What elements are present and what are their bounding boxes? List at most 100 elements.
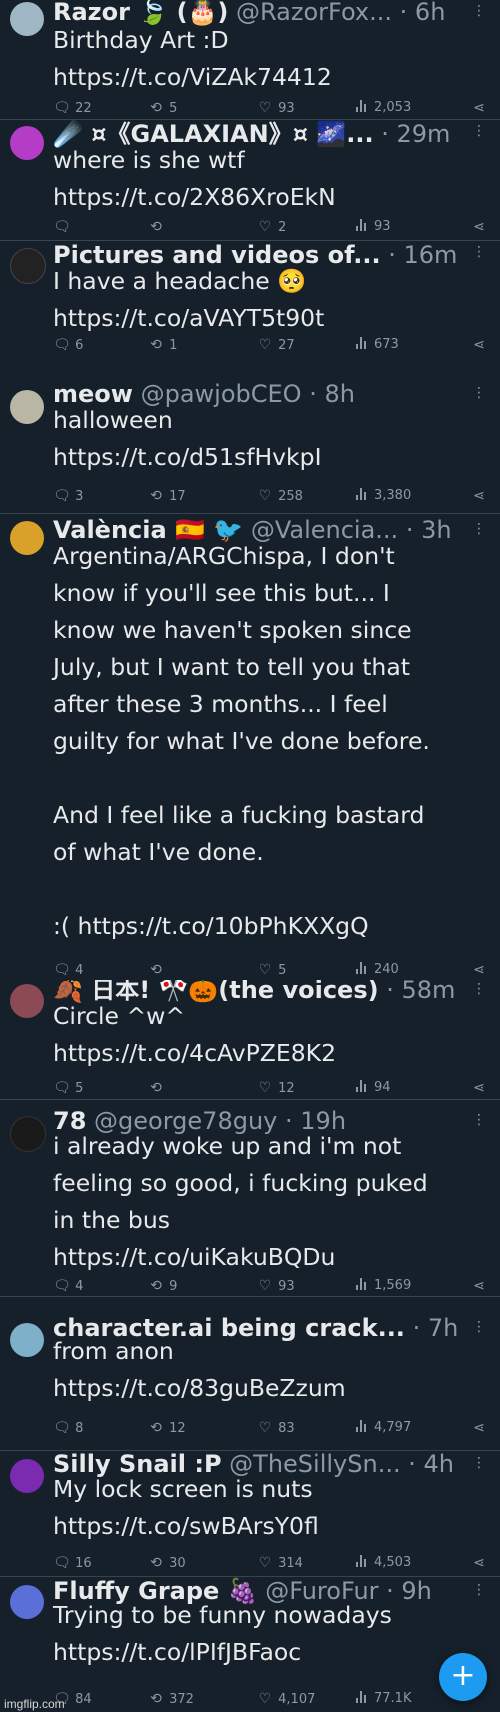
share-button[interactable]: ⋖ [470, 1418, 488, 1439]
reply-button[interactable]: 🗨 8 [53, 1418, 83, 1439]
tweet[interactable]: 🍂 日本! 🎌🎃(the voices) · 58m ⋮ Circle ^w^ … [0, 980, 500, 1100]
tweet[interactable]: Silly Snail :P @TheSillySn... · 4h ⋮ My … [0, 1451, 500, 1577]
views-button[interactable]: 240 [356, 960, 399, 980]
reply-button[interactable]: 🗨 5 [53, 1078, 83, 1099]
views-button[interactable]: 4,503 [356, 1553, 411, 1573]
retweet-button[interactable]: ⟲ [147, 1078, 165, 1099]
share-button[interactable]: ⋖ [470, 217, 488, 238]
reply-button[interactable]: 🗨 6 [53, 335, 83, 356]
tweet-text: Trying to be funny nowadays https://t.co… [53, 1601, 392, 1666]
plus-icon: + [450, 1658, 476, 1693]
retweet-count: 12 [169, 1421, 186, 1436]
action-bar: 🗨 16 ⟲ 30 ♡ 314 4,503 ⋖ [53, 1553, 488, 1573]
retweet-button[interactable]: ⟲ 5 [147, 98, 177, 119]
more-icon[interactable]: ⋮ [472, 124, 486, 138]
avatar[interactable] [10, 1116, 46, 1152]
action-bar: 🗨 84 ⟲ 372 ♡ 4,107 77.1K [53, 1689, 488, 1709]
share-button[interactable]: ⋖ [470, 960, 488, 980]
more-icon[interactable]: ⋮ [472, 1456, 486, 1470]
retweet-button[interactable]: ⟲ 30 [147, 1553, 186, 1574]
share-icon: ⋖ [473, 219, 485, 235]
retweet-button[interactable]: ⟲ 372 [147, 1689, 194, 1710]
views-icon [356, 1555, 370, 1567]
like-button[interactable]: ♡ 314 [256, 1553, 303, 1574]
views-button[interactable]: 4,797 [356, 1418, 411, 1438]
avatar[interactable] [10, 126, 44, 160]
tweet[interactable]: meow @pawjobCEO · 8h ⋮ halloween https:/… [0, 356, 500, 514]
like-button[interactable]: ♡ 5 [256, 960, 287, 980]
reply-count: 5 [75, 1081, 84, 1096]
retweet-button[interactable]: ⟲ [147, 960, 165, 980]
more-icon[interactable]: ⋮ [472, 386, 486, 400]
like-button[interactable]: ♡ 93 [256, 1276, 295, 1296]
compose-button[interactable]: + [439, 1653, 487, 1701]
like-button[interactable]: ♡ 4,107 [256, 1689, 316, 1710]
reply-count: 84 [75, 1692, 92, 1707]
avatar[interactable] [10, 1459, 44, 1493]
views-button[interactable]: 2,053 [356, 98, 411, 118]
like-button[interactable]: ♡ 83 [256, 1418, 295, 1439]
action-bar: 🗨 22 ⟲ 5 ♡ 93 2,053 ⋖ [53, 98, 488, 118]
reply-button[interactable]: 🗨 16 [53, 1553, 92, 1574]
retweet-button[interactable]: ⟲ [147, 217, 165, 238]
reply-button[interactable]: 🗨 22 [53, 98, 92, 119]
more-icon[interactable]: ⋮ [472, 1320, 486, 1334]
action-bar: 🗨 ⟲ ♡ 2 93 ⋖ [53, 217, 488, 237]
more-icon[interactable]: ⋮ [472, 1583, 486, 1597]
reply-icon: 🗨 [53, 337, 71, 353]
views-button[interactable]: 77.1K [356, 1689, 411, 1709]
tweet[interactable]: character.ai being crack... · 7h ⋮ from … [0, 1297, 500, 1451]
tweet[interactable]: ☄️ ¤《GALAXIAN》¤ 🌌... · 29m ⋮ where is sh… [0, 120, 500, 241]
like-button[interactable]: ♡ 12 [256, 1078, 295, 1099]
reply-button[interactable]: 🗨 [53, 217, 71, 238]
share-button[interactable]: ⋖ [470, 335, 488, 356]
like-button[interactable]: ♡ 27 [256, 335, 295, 356]
avatar[interactable] [10, 521, 44, 555]
avatar[interactable] [10, 984, 44, 1018]
share-button[interactable]: ⋖ [470, 1078, 488, 1099]
reply-button[interactable]: 🗨 3 [53, 486, 83, 507]
more-icon[interactable]: ⋮ [472, 245, 486, 259]
tweet[interactable]: València 🇪🇸 🐦 @Valencia... · 3h ⋮ Argent… [0, 514, 500, 980]
more-icon[interactable]: ⋮ [472, 522, 486, 536]
tweet[interactable]: Pictures and videos of... · 16m ⋮ I have… [0, 241, 500, 356]
views-button[interactable]: 1,569 [356, 1276, 411, 1296]
avatar[interactable] [10, 1323, 44, 1357]
more-icon[interactable]: ⋮ [472, 982, 486, 996]
share-button[interactable]: ⋖ [470, 98, 488, 119]
tweet[interactable]: Razor 🍃 (🎂) @RazorFox... · 6h ⋮ Birthday… [0, 0, 500, 120]
like-button[interactable]: ♡ 2 [256, 217, 287, 238]
tweet[interactable]: 78 @george78guy · 19h ⋮ i already woke u… [0, 1100, 500, 1297]
action-bar: 🗨 3 ⟲ 17 ♡ 258 3,380 ⋖ [53, 486, 488, 506]
reply-button[interactable]: 🗨 4 [53, 960, 83, 980]
tweet-text: Birthday Art :D https://t.co/ViZAk74412 [53, 26, 332, 91]
share-button[interactable]: ⋖ [470, 486, 488, 507]
avatar[interactable] [10, 2, 44, 36]
more-icon[interactable]: ⋮ [472, 4, 486, 18]
avatar[interactable] [10, 248, 46, 284]
heart-icon: ♡ [258, 100, 272, 116]
reply-count: 3 [75, 489, 84, 504]
tweet[interactable]: Fluffy Grape 🍇 @FuroFur · 9h ⋮ Trying to… [0, 1577, 500, 1712]
more-icon[interactable]: ⋮ [472, 1113, 486, 1127]
views-button[interactable]: 93 [356, 217, 391, 237]
tweet-text: My lock screen is nuts https://t.co/swBA… [53, 1475, 319, 1540]
views-button[interactable]: 3,380 [356, 486, 411, 506]
share-button[interactable]: ⋖ [470, 1276, 488, 1296]
retweet-button[interactable]: ⟲ 12 [147, 1418, 186, 1439]
reply-button[interactable]: 🗨 4 [53, 1276, 83, 1296]
reply-count: 16 [75, 1556, 92, 1571]
avatar[interactable] [10, 1585, 44, 1619]
retweet-button[interactable]: ⟲ 1 [147, 335, 177, 356]
action-bar: 🗨 5 ⟲ ♡ 12 94 ⋖ [53, 1078, 488, 1098]
like-button[interactable]: ♡ 258 [256, 486, 303, 507]
avatar[interactable] [10, 390, 44, 424]
retweet-button[interactable]: ⟲ 9 [147, 1276, 177, 1296]
views-button[interactable]: 673 [356, 335, 399, 355]
reply-icon: 🗨 [53, 100, 71, 116]
views-button[interactable]: 94 [356, 1078, 391, 1098]
retweet-button[interactable]: ⟲ 17 [147, 486, 186, 507]
like-button[interactable]: ♡ 93 [256, 98, 295, 119]
views-icon [356, 337, 370, 349]
share-button[interactable]: ⋖ [470, 1553, 488, 1574]
